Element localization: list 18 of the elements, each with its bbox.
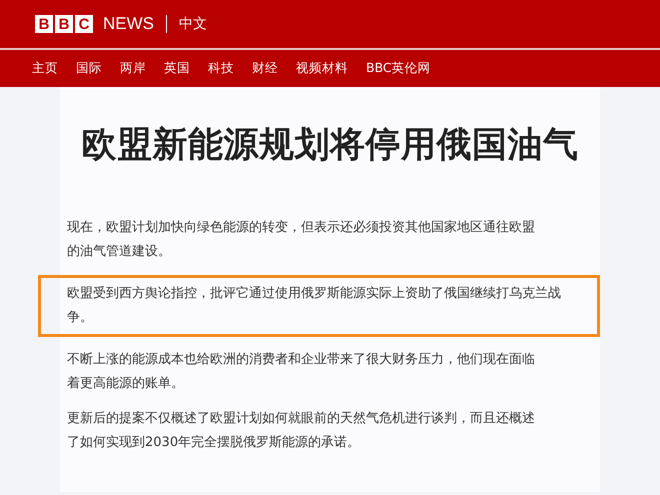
nav-link[interactable]: 科技	[208, 60, 234, 77]
nav-link[interactable]: 英国	[164, 60, 190, 77]
highlighted-paragraph: 欧盟受到西方舆论指控，批评它通过使用俄罗斯能源实际上资助了俄国继续打乌克兰战争。	[38, 275, 600, 337]
nav-link[interactable]: 两岸	[120, 60, 146, 77]
paragraph: 现在，欧盟计划加快向绿色能源的转变，但表示还必须投资其他国家地区通往欧盟的油气管道建设。	[66, 219, 536, 261]
nav-link[interactable]: 国际	[76, 60, 102, 77]
logo-block[interactable]: B	[55, 15, 73, 33]
edition-label[interactable]: 中文	[179, 15, 207, 33]
logo-block[interactable]: B	[35, 15, 53, 33]
brand-name[interactable]: NEWS	[103, 14, 154, 34]
nav-link[interactable]: 主页	[32, 60, 58, 77]
headline: 欧盟新能源规划将停用俄国油气	[80, 124, 580, 167]
paragraph: 更新后的提案不仅概述了欧盟计划如何就眼前的天然气危机进行谈判，而且还概述了如何实现到2030年完全摆脱俄罗斯能源的承诺。	[66, 410, 536, 452]
paragraph: 不断上涨的能源成本也给欧洲的消费者和企业带来了很大财务压力，他们现在面临着更高能源的账单。	[66, 351, 536, 393]
nav-link[interactable]: 财经	[252, 60, 278, 77]
nav-link[interactable]: 视频材料	[296, 60, 348, 77]
nav-link[interactable]: BBC英伦网	[366, 60, 431, 77]
logo-block[interactable]: C	[75, 15, 93, 33]
